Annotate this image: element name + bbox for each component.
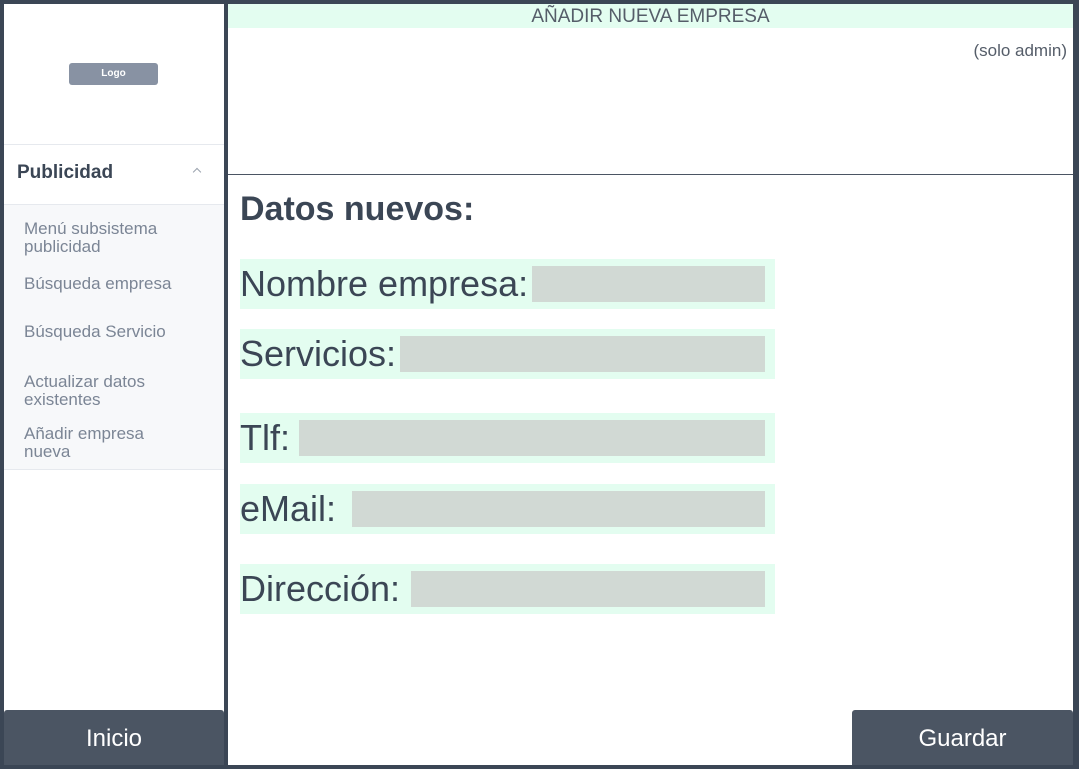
sidebar-item-busqueda-empresa[interactable]: Búsqueda empresa: [24, 275, 194, 293]
logo-area: Logo: [4, 4, 224, 145]
tlf-input[interactable]: [299, 420, 765, 456]
divider: [228, 174, 1073, 175]
servicios-label: Servicios:: [240, 333, 397, 374]
form-row-nombre-empresa: Nombre empresa:: [240, 259, 775, 309]
form-row-servicios: Servicios:: [240, 329, 775, 379]
admin-note: (solo admin): [973, 41, 1067, 60]
sidebar-item-menu-subsistema[interactable]: Menú subsistema publicidad: [24, 220, 194, 256]
main-panel: AÑADIR NUEVA EMPRESA (solo admin) Datos …: [228, 4, 1073, 765]
form-row-direccion: Dirección:: [240, 564, 775, 614]
servicios-input[interactable]: [400, 336, 765, 372]
section-title: Datos nuevos:: [240, 190, 475, 228]
sidebar-section-label: Publicidad: [17, 162, 114, 183]
tlf-label: Tlf:: [240, 417, 290, 458]
chevron-up-icon: [192, 167, 202, 177]
sidebar-item-busqueda-servicio[interactable]: Búsqueda Servicio: [24, 323, 194, 341]
direccion-input[interactable]: [411, 571, 765, 607]
sidebar: Logo Publicidad Menú subsistema publicid…: [4, 4, 224, 765]
form-row-email: eMail:: [240, 484, 775, 534]
form-row-tlf: Tlf:: [240, 413, 775, 463]
email-input[interactable]: [352, 491, 765, 527]
sidebar-item-actualizar-datos[interactable]: Actualizar datos existentes: [24, 373, 194, 409]
home-button[interactable]: Inicio: [4, 710, 224, 765]
nombre-empresa-input[interactable]: [532, 266, 765, 302]
nombre-empresa-label: Nombre empresa:: [240, 263, 529, 304]
save-button[interactable]: Guardar: [852, 710, 1073, 765]
page-title: AÑADIR NUEVA EMPRESA: [228, 4, 1073, 28]
direccion-label: Dirección:: [240, 568, 401, 609]
logo: Logo: [69, 63, 158, 85]
sidebar-section-publicidad[interactable]: Publicidad: [4, 145, 224, 205]
email-label: eMail:: [240, 488, 337, 529]
sidebar-item-anadir-empresa[interactable]: Añadir empresa nueva: [24, 425, 194, 461]
sidebar-nav-list: Menú subsistema publicidad Búsqueda empr…: [4, 205, 224, 470]
